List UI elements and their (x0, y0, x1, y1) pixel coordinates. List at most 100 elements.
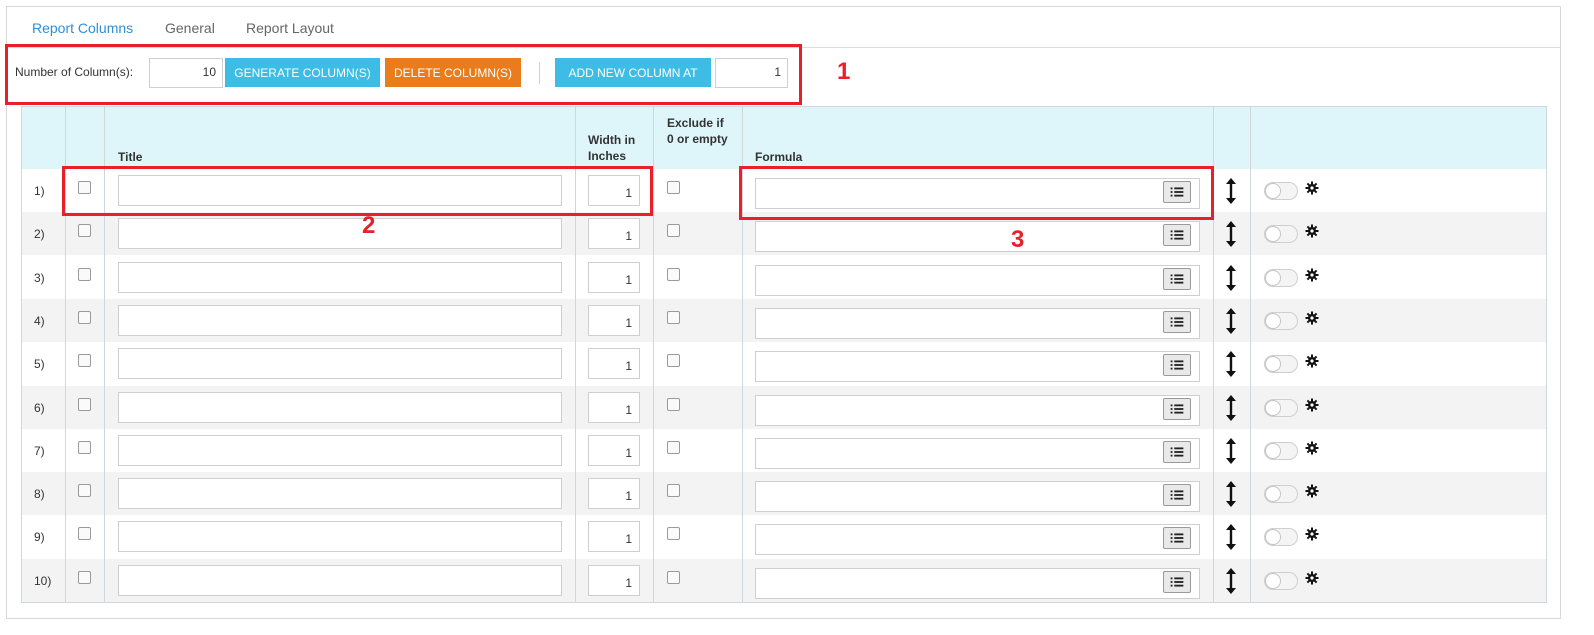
gear-icon[interactable] (1305, 484, 1319, 498)
width-input[interactable]: 1 (588, 391, 640, 423)
formula-input[interactable] (755, 567, 1200, 599)
gear-icon[interactable] (1305, 441, 1319, 455)
up-down-arrow-icon[interactable] (1224, 177, 1238, 205)
up-down-arrow-icon[interactable] (1224, 567, 1238, 595)
gear-icon[interactable] (1305, 571, 1319, 585)
title-input[interactable] (118, 434, 562, 466)
formula-picker-button[interactable] (1163, 397, 1191, 420)
gear-icon[interactable] (1305, 398, 1319, 412)
row-select-checkbox[interactable] (78, 267, 91, 281)
visibility-toggle[interactable] (1264, 485, 1298, 504)
annotation-box-1 (5, 44, 802, 105)
formula-input[interactable] (755, 221, 1200, 253)
formula-picker-button[interactable] (1163, 527, 1191, 550)
exclude-checkbox[interactable] (667, 310, 680, 324)
formula-picker-button[interactable] (1163, 354, 1191, 377)
visibility-toggle[interactable] (1264, 311, 1298, 330)
row-select-checkbox[interactable] (78, 354, 91, 368)
up-down-arrow-icon[interactable] (1224, 480, 1238, 508)
up-down-arrow-icon[interactable] (1224, 307, 1238, 335)
row-select-checkbox[interactable] (78, 527, 91, 541)
exclude-checkbox[interactable] (667, 440, 680, 454)
formula-input[interactable] (755, 264, 1200, 296)
row-number: 8) (34, 487, 45, 502)
exclude-checkbox[interactable] (667, 224, 680, 238)
gear-icon[interactable] (1305, 311, 1319, 325)
row-select-checkbox[interactable] (78, 484, 91, 498)
exclude-checkbox[interactable] (667, 484, 680, 498)
title-input[interactable] (118, 348, 562, 380)
title-input[interactable] (118, 218, 562, 250)
gear-icon[interactable] (1305, 527, 1319, 541)
width-input[interactable]: 1 (588, 434, 640, 466)
width-input[interactable]: 1 (588, 521, 640, 553)
visibility-toggle[interactable] (1264, 268, 1298, 287)
up-down-arrow-icon[interactable] (1224, 350, 1238, 378)
tab-bar: Report Columns General Report Layout (7, 7, 1560, 48)
formula-picker-button[interactable] (1163, 267, 1191, 290)
up-down-arrow-icon[interactable] (1224, 437, 1238, 465)
visibility-toggle[interactable] (1264, 528, 1298, 547)
up-down-arrow-icon[interactable] (1224, 220, 1238, 248)
gear-icon[interactable] (1305, 268, 1319, 282)
title-input[interactable] (118, 304, 562, 336)
formula-picker-button[interactable] (1163, 224, 1191, 247)
row-select-checkbox[interactable] (78, 310, 91, 324)
exclude-checkbox[interactable] (667, 570, 680, 584)
width-input[interactable]: 1 (588, 261, 640, 293)
gear-icon[interactable] (1305, 224, 1319, 238)
title-input[interactable] (118, 391, 562, 423)
visibility-toggle[interactable] (1264, 398, 1298, 417)
formula-picker-button[interactable] (1163, 440, 1191, 463)
up-down-arrow-icon[interactable] (1224, 264, 1238, 292)
formula-input[interactable] (755, 394, 1200, 426)
width-input[interactable]: 1 (588, 478, 640, 510)
table-row: 8) 1 (22, 472, 1546, 516)
tab-report-columns[interactable]: Report Columns (32, 20, 133, 36)
formula-picker-button[interactable] (1163, 310, 1191, 335)
up-down-arrow-icon[interactable] (1224, 394, 1238, 422)
exclude-checkbox[interactable] (667, 267, 680, 281)
title-input[interactable] (118, 521, 562, 553)
width-input[interactable]: 1 (588, 564, 640, 596)
exclude-checkbox[interactable] (667, 354, 680, 368)
toggle-knob (1265, 572, 1281, 589)
visibility-toggle[interactable] (1264, 441, 1298, 460)
formula-input[interactable] (755, 524, 1200, 556)
table-row: 9) 1 (22, 515, 1546, 558)
table-row: 7) 1 (22, 429, 1546, 472)
width-input[interactable]: 1 (588, 348, 640, 380)
up-down-arrow-icon[interactable] (1224, 523, 1238, 551)
gear-icon[interactable] (1305, 181, 1319, 195)
row-select-checkbox[interactable] (78, 570, 91, 584)
gear-icon[interactable] (1305, 354, 1319, 368)
list-icon (1164, 490, 1190, 508)
list-icon (1164, 317, 1190, 335)
tab-general[interactable]: General (165, 20, 215, 36)
visibility-toggle[interactable] (1264, 225, 1298, 244)
exclude-checkbox[interactable] (667, 397, 680, 411)
formula-input[interactable] (755, 307, 1200, 339)
formula-input[interactable] (755, 437, 1200, 469)
visibility-toggle[interactable] (1264, 571, 1298, 590)
visibility-toggle[interactable] (1264, 182, 1298, 200)
col-divider (653, 107, 654, 602)
formula-picker-button[interactable] (1163, 570, 1191, 593)
title-input[interactable] (118, 564, 562, 596)
formula-picker-button[interactable] (1163, 484, 1191, 508)
row-select-checkbox[interactable] (78, 397, 91, 411)
title-input[interactable] (118, 478, 562, 510)
tab-report-layout[interactable]: Report Layout (246, 20, 334, 36)
row-select-checkbox[interactable] (78, 224, 91, 238)
row-select-checkbox[interactable] (78, 440, 91, 454)
formula-input[interactable] (755, 351, 1200, 383)
toggle-knob (1265, 312, 1281, 329)
width-input[interactable]: 1 (588, 304, 640, 336)
exclude-checkbox[interactable] (667, 527, 680, 541)
title-input[interactable] (118, 261, 562, 293)
toggle-knob (1265, 356, 1281, 373)
width-input[interactable]: 1 (588, 218, 640, 250)
visibility-toggle[interactable] (1264, 355, 1298, 374)
formula-input[interactable] (755, 481, 1200, 513)
exclude-checkbox[interactable] (667, 181, 680, 194)
